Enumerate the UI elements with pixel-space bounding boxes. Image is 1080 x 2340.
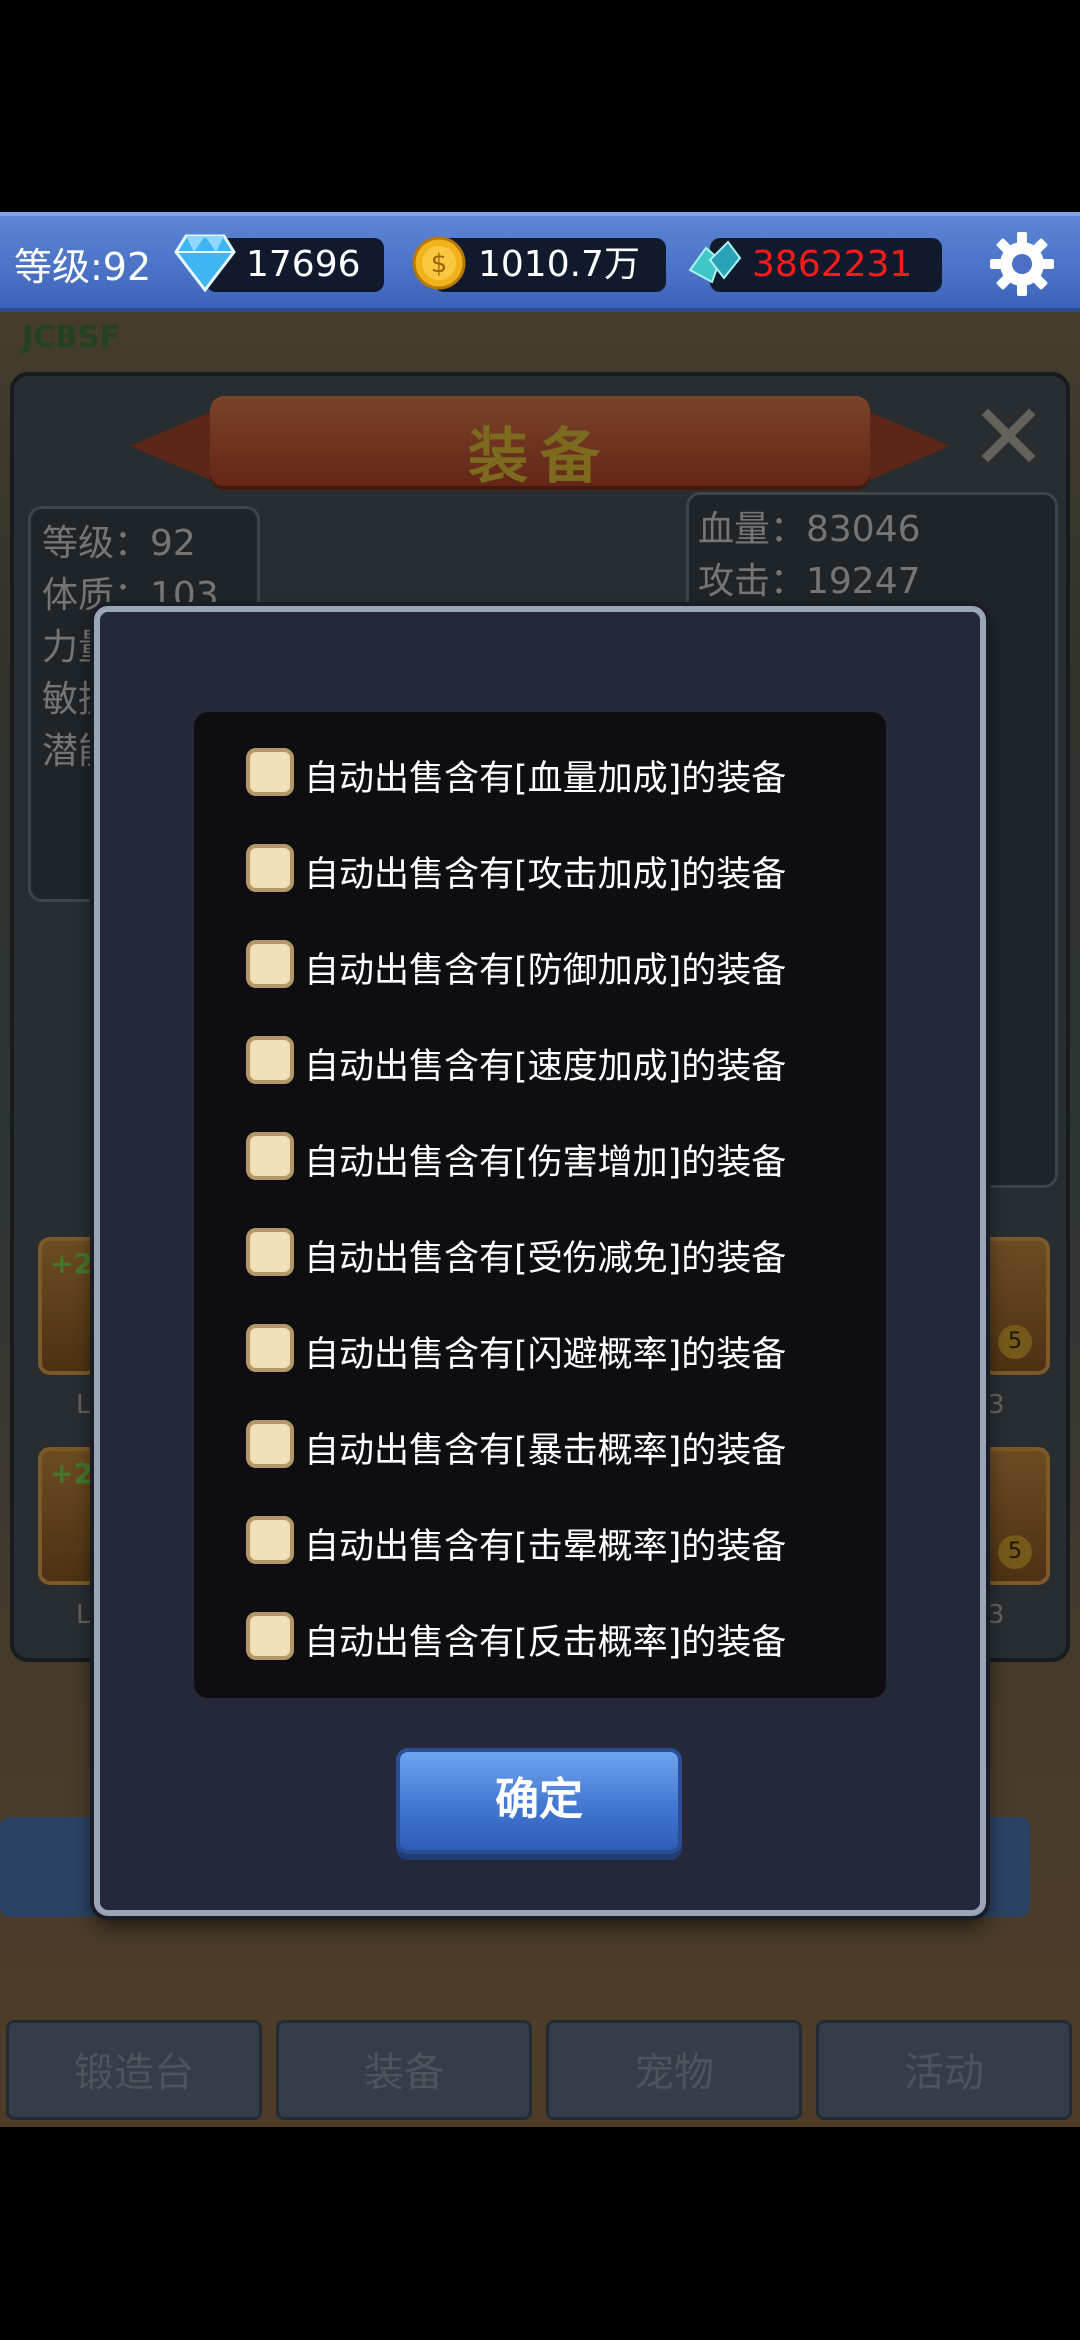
option-label: 自动出售含有[击晕概率]的装备 [304,1527,787,1567]
checkbox[interactable] [246,940,294,988]
gem-icon [174,234,236,292]
ore-count: 3862231 [752,244,913,285]
checkbox[interactable] [246,1420,294,1468]
option-label: 自动出售含有[反击概率]的装备 [304,1623,787,1663]
checkbox[interactable] [246,1228,294,1276]
checkbox[interactable] [246,1516,294,1564]
gold-count: 1010.7万 [478,244,640,285]
ore-icon [688,240,742,284]
checkbox[interactable] [246,844,294,892]
svg-text:$: $ [431,249,448,279]
player-level: 等级:92 [14,245,152,289]
auto-sell-option-list: 自动出售含有[血量加成]的装备 自动出售含有[攻击加成]的装备 自动出售含有[防… [194,712,886,1698]
checkbox[interactable] [246,748,294,796]
option-label: 自动出售含有[防御加成]的装备 [304,951,787,991]
gold-counter: 1010.7万 [434,238,666,292]
coin-icon: $ [412,236,466,290]
ore-counter: 3862231 [710,238,942,292]
gear-icon[interactable] [986,228,1058,300]
gem-count: 17696 [246,244,361,285]
option-label: 自动出售含有[伤害增加]的装备 [304,1143,787,1183]
checkbox[interactable] [246,1036,294,1084]
top-status-bar: 等级:92 17696 1010.7万 $ 3862231 [0,212,1080,312]
option-label: 自动出售含有[攻击加成]的装备 [304,855,787,895]
checkbox[interactable] [246,1132,294,1180]
option-label: 自动出售含有[受伤减免]的装备 [304,1239,787,1279]
checkbox[interactable] [246,1324,294,1372]
option-label: 自动出售含有[暴击概率]的装备 [304,1431,787,1471]
option-label: 自动出售含有[闪避概率]的装备 [304,1335,787,1375]
confirm-button[interactable]: 确定 [396,1748,682,1854]
option-label: 自动出售含有[血量加成]的装备 [304,759,787,799]
checkbox[interactable] [246,1612,294,1660]
option-label: 自动出售含有[速度加成]的装备 [304,1047,787,1087]
